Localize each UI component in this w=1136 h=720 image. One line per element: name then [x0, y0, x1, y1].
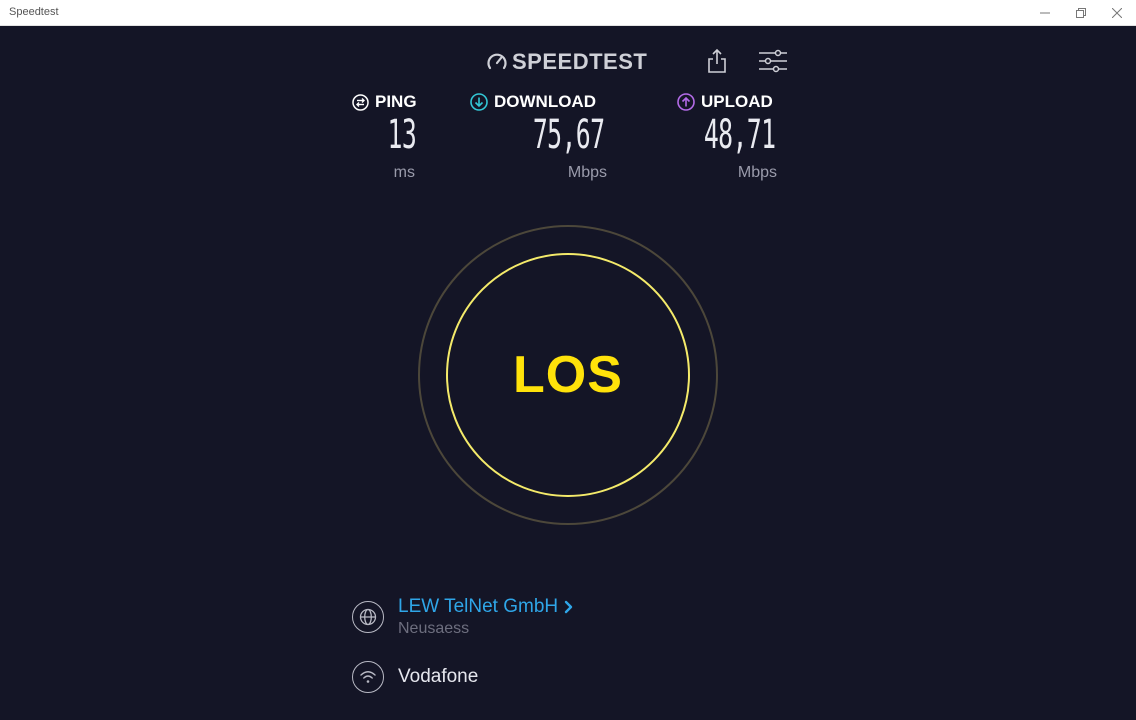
wifi-icon: [360, 671, 376, 683]
ping-metric: PING 13 ms: [352, 92, 420, 182]
download-value: 75,67: [532, 112, 604, 158]
network-row: Vodafone: [352, 661, 478, 693]
minimize-icon: [1040, 12, 1050, 13]
download-metric: DOWNLOAD 75,67 Mbps: [470, 92, 608, 182]
share-button[interactable]: [702, 46, 732, 76]
download-unit: Mbps: [567, 164, 607, 181]
window-titlebar: Speedtest: [0, 0, 1136, 26]
ping-value: 13: [387, 112, 416, 158]
close-button[interactable]: [1099, 0, 1135, 25]
restore-icon: [1076, 7, 1086, 18]
go-button-label: LOS: [513, 346, 623, 404]
download-label: DOWNLOAD: [494, 92, 596, 111]
speedtest-logo: SPEEDTEST: [486, 49, 647, 75]
speedtest-app: SPEEDTEST PING 13 ms DOWNLOAD 75,67 Mbps…: [0, 26, 1136, 720]
provider-location: Neusaess: [398, 620, 470, 637]
window-title: Speedtest: [9, 6, 59, 18]
upload-arrow-icon: [677, 93, 695, 111]
close-icon: [1112, 7, 1122, 18]
go-button-area: LOS: [418, 225, 718, 525]
provider-name[interactable]: LEW TelNet GmbH: [398, 596, 558, 618]
ping-icon: [352, 93, 369, 111]
restore-button[interactable]: [1063, 0, 1099, 25]
network-name: Vodafone: [398, 666, 479, 687]
logo-text: SPEEDTEST: [512, 49, 648, 74]
sliders-icon: [759, 49, 787, 73]
upload-metric: UPLOAD 48,71 Mbps: [677, 92, 779, 182]
chevron-right-icon: [564, 600, 573, 614]
upload-label: UPLOAD: [701, 92, 773, 111]
provider-row[interactable]: LEW TelNet GmbH Neusaess: [352, 596, 574, 638]
share-icon: [708, 48, 726, 73]
go-button[interactable]: LOS: [446, 253, 690, 497]
upload-value: 48,71: [703, 112, 775, 158]
upload-unit: Mbps: [737, 164, 777, 181]
settings-button[interactable]: [758, 46, 788, 76]
globe-icon: [359, 608, 377, 626]
ping-unit: ms: [393, 164, 415, 181]
speedometer-icon: [487, 53, 507, 70]
wifi-icon-ring: [352, 661, 384, 693]
provider-info: LEW TelNet GmbH Neusaess: [398, 596, 574, 638]
globe-icon-ring: [352, 601, 384, 633]
download-arrow-icon: [470, 93, 488, 111]
minimize-button[interactable]: [1027, 0, 1063, 25]
ping-label: PING: [375, 92, 417, 111]
